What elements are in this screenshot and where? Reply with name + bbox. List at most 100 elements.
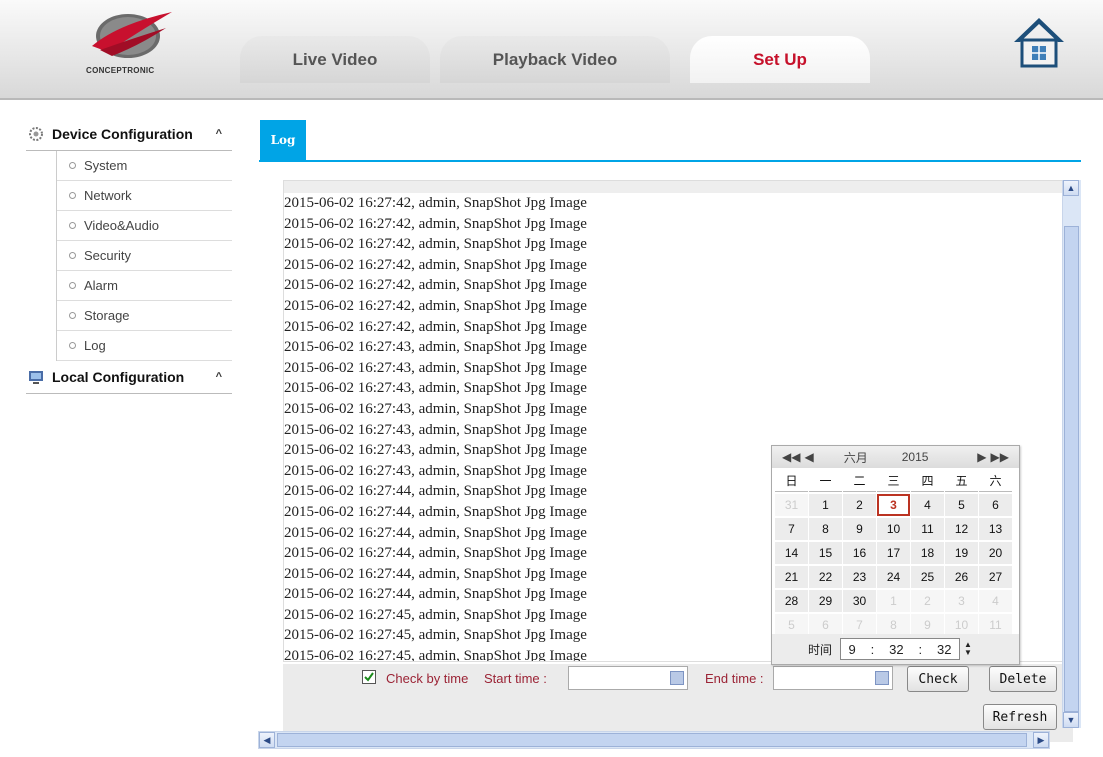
calendar-day[interactable]: 4 [911,494,944,516]
check-by-time-checkbox[interactable] [362,670,376,684]
scrollbar-thumb[interactable] [1064,226,1079,712]
sidebar-item-label: Network [84,188,132,203]
calendar-day[interactable]: 9 [911,614,944,636]
calendar-day[interactable]: 1 [877,590,910,612]
calendar-day[interactable]: 14 [775,542,808,564]
scroll-up-icon[interactable]: ▲ [1063,180,1079,196]
calendar-day[interactable]: 1 [809,494,842,516]
calendar-month[interactable]: 六月 [844,449,868,466]
calendar-day[interactable]: 10 [877,518,910,540]
end-time-input[interactable] [773,666,893,690]
sidebar-item-label: Video&Audio [84,218,159,233]
weekday-header: 二 [843,470,876,492]
tab-log[interactable]: Log [260,120,306,160]
next-year-icon[interactable]: ▶▶ [991,450,1009,464]
scroll-down-icon[interactable]: ▼ [1063,712,1079,728]
sidebar-item-system[interactable]: System [57,151,232,181]
sidebar-item-label: System [84,158,128,173]
calendar-day[interactable]: 23 [843,566,876,588]
home-icon[interactable] [1010,14,1068,70]
calendar-day[interactable]: 27 [979,566,1012,588]
calendar-day[interactable]: 30 [843,590,876,612]
chevron-up-icon[interactable]: ^ [216,371,222,383]
sidebar-item-network[interactable]: Network [57,181,232,211]
sidebar-item-alarm[interactable]: Alarm [57,271,232,301]
prev-month-icon[interactable]: ◀ [804,450,813,464]
calendar-day[interactable]: 2 [911,590,944,612]
calendar-day[interactable]: 7 [775,518,808,540]
calendar-day[interactable]: 25 [911,566,944,588]
calendar-icon[interactable] [875,671,889,685]
calendar-day[interactable]: 11 [979,614,1012,636]
sidebar-item-label: Log [84,338,106,353]
weekday-header: 三 [877,470,910,492]
minute-value[interactable]: 32 [889,642,903,657]
page-horizontal-scrollbar[interactable]: ◀ ▶ [258,731,1050,749]
calendar-day[interactable]: 8 [877,614,910,636]
scroll-left-icon[interactable]: ◀ [259,732,275,748]
log-entry: 2015-06-02 16:27:43, admin, SnapShot Jpg… [284,339,587,356]
calendar-icon[interactable] [670,671,684,685]
bullet-icon [69,282,76,289]
sidebar-item-security[interactable]: Security [57,241,232,271]
calendar-day[interactable]: 24 [877,566,910,588]
start-time-input[interactable] [568,666,688,690]
second-value[interactable]: 32 [937,642,951,657]
prev-year-icon[interactable]: ◀◀ [782,450,800,464]
sidebar: Device Configuration ^ System Network Vi… [26,118,232,394]
calendar-day[interactable]: 5 [775,614,808,636]
tab-set-up[interactable]: Set Up [690,36,870,83]
delete-button[interactable]: Delete [989,666,1057,692]
device-configuration-submenu: System Network Video&Audio Security Alar… [56,151,232,361]
top-header: CONCEPTRONIC Live Video Playback Video S… [0,0,1103,100]
calendar-day[interactable]: 18 [911,542,944,564]
page-vertical-scrollbar[interactable]: ▲ ▼ [1062,180,1081,728]
calendar-day[interactable]: 8 [809,518,842,540]
calendar-day[interactable]: 5 [945,494,978,516]
calendar-day[interactable]: 16 [843,542,876,564]
scroll-right-icon[interactable]: ▶ [1033,732,1049,748]
time-spinner[interactable]: ▲ ▼ [964,641,972,657]
calendar-day[interactable]: 3 [945,590,978,612]
calendar-day[interactable]: 2 [843,494,876,516]
calendar-day[interactable]: 15 [809,542,842,564]
calendar-day[interactable]: 28 [775,590,808,612]
sidebar-device-configuration[interactable]: Device Configuration ^ [26,118,232,151]
calendar-day[interactable]: 13 [979,518,1012,540]
calendar-day[interactable]: 7 [843,614,876,636]
sidebar-item-video-audio[interactable]: Video&Audio [57,211,232,241]
calendar-day[interactable]: 19 [945,542,978,564]
calendar-day[interactable]: 6 [979,494,1012,516]
chevron-up-icon[interactable]: ^ [216,128,222,140]
calendar-day[interactable]: 12 [945,518,978,540]
sidebar-local-configuration[interactable]: Local Configuration ^ [26,361,232,394]
tab-live-video[interactable]: Live Video [240,36,430,83]
calendar-day[interactable]: 31 [775,494,808,516]
scrollbar-thumb[interactable] [277,733,1027,747]
tab-playback-video[interactable]: Playback Video [440,36,670,83]
calendar-day[interactable]: 22 [809,566,842,588]
log-entry: 2015-06-02 16:27:42, admin, SnapShot Jpg… [284,318,587,335]
check-by-time-label: Check by time [386,671,469,686]
next-month-icon[interactable]: ▶ [977,450,986,464]
calendar-day[interactable]: 9 [843,518,876,540]
hour-value[interactable]: 9 [848,642,855,657]
calendar-day[interactable]: 17 [877,542,910,564]
calendar-day[interactable]: 6 [809,614,842,636]
calendar-day[interactable]: 21 [775,566,808,588]
refresh-button[interactable]: Refresh [983,704,1057,730]
calendar-day-selected[interactable]: 3 [877,494,910,516]
time-input[interactable]: 9: 32: 32 [840,638,961,660]
calendar-day[interactable]: 26 [945,566,978,588]
sidebar-item-log[interactable]: Log [57,331,232,361]
calendar-day[interactable]: 4 [979,590,1012,612]
calendar-year[interactable]: 2015 [902,450,929,464]
calendar-day[interactable]: 10 [945,614,978,636]
sidebar-item-label: Security [84,248,131,263]
calendar-day[interactable]: 20 [979,542,1012,564]
check-button[interactable]: Check [907,666,969,692]
brand-name: CONCEPTRONIC [86,66,155,75]
sidebar-item-storage[interactable]: Storage [57,301,232,331]
calendar-day[interactable]: 11 [911,518,944,540]
calendar-day[interactable]: 29 [809,590,842,612]
